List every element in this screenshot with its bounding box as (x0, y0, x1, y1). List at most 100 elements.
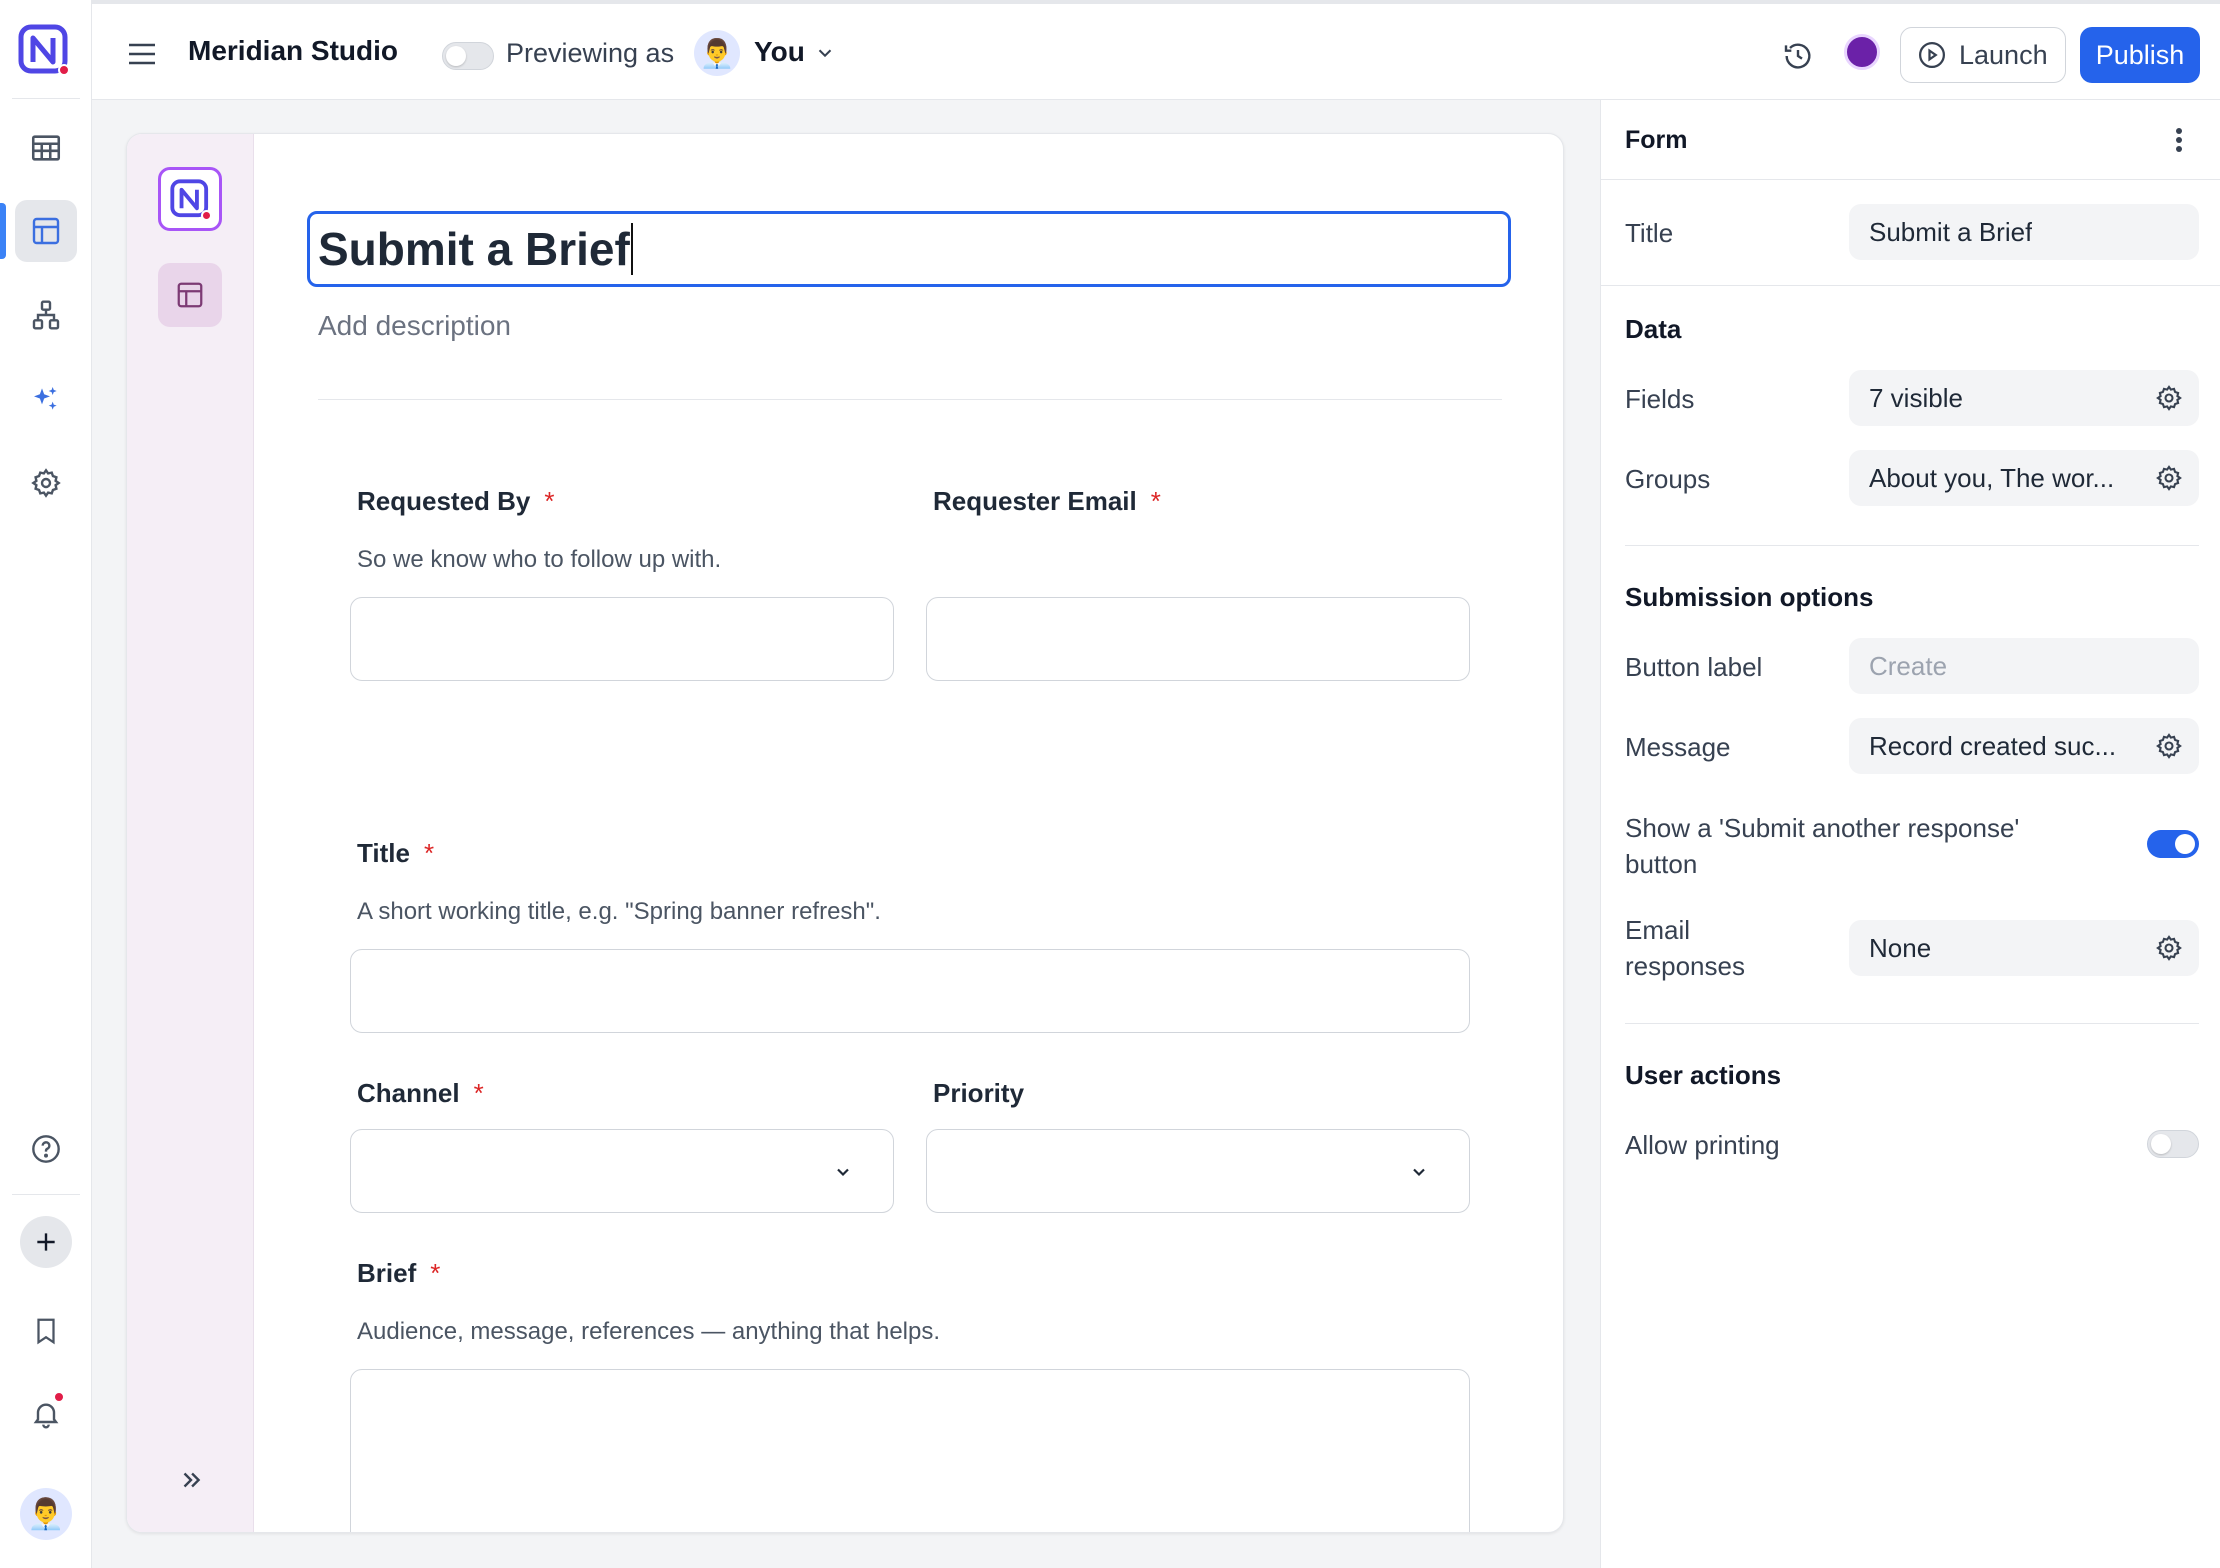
rail-item-notifications[interactable] (15, 1383, 77, 1445)
logo-badge (201, 210, 212, 221)
another-response-toggle[interactable] (2147, 830, 2199, 858)
theme-color-swatch[interactable] (1844, 34, 1880, 70)
sparkles-icon (30, 383, 62, 415)
rail-item-help[interactable] (15, 1118, 77, 1180)
required-marker: * (423, 838, 435, 868)
fields-row-control[interactable]: 7 visible (1849, 370, 2199, 426)
form-title-input[interactable]: Submit a Brief (307, 211, 1511, 287)
chevron-down-icon (1409, 1162, 1429, 1182)
allow-printing-toggle[interactable] (2147, 1130, 2199, 1158)
groups-row-label: Groups (1625, 464, 1711, 494)
button-label-input[interactable]: Create (1849, 638, 2199, 694)
fields-row-value: 7 visible (1869, 382, 1963, 413)
play-circle-icon (1917, 40, 1947, 70)
page-form-button[interactable] (158, 263, 222, 327)
text-caret (630, 223, 633, 275)
chevrons-right-icon (178, 1467, 204, 1493)
rail-item-layout[interactable] (15, 200, 77, 262)
field-label-text: Title (357, 838, 410, 868)
app-logo-icon[interactable] (158, 167, 222, 231)
page-sidebar (127, 134, 254, 1532)
preview-user-select[interactable]: You (754, 36, 805, 68)
message-row-control[interactable]: Record created suc... (1849, 718, 2199, 774)
panel-header: Form (1601, 100, 2220, 180)
publish-button[interactable]: Publish (2080, 27, 2200, 83)
help-icon (30, 1133, 62, 1165)
brief-textarea[interactable] (350, 1369, 1470, 1532)
plus-icon (33, 1229, 59, 1255)
history-button[interactable] (1776, 34, 1820, 78)
hamburger-icon (126, 40, 158, 68)
rail-divider-bottom (12, 1194, 80, 1195)
title-input[interactable] (350, 949, 1470, 1033)
gear-icon[interactable] (2155, 384, 2183, 412)
gear-icon[interactable] (2155, 464, 2183, 492)
expand-sidebar-button[interactable] (171, 1460, 211, 1500)
bookmark-icon (31, 1316, 61, 1346)
field-label-text: Channel (357, 1078, 460, 1108)
user-actions-section-title: User actions (1625, 1060, 1782, 1090)
rail-item-settings[interactable] (15, 452, 77, 514)
title-row-input[interactable]: Submit a Brief (1849, 204, 2199, 260)
layout-icon (30, 215, 62, 247)
field-help-requested-by: So we know who to follow up with. (357, 546, 722, 573)
field-label-text: Brief (357, 1258, 417, 1288)
gear-icon (30, 467, 62, 499)
rail-item-ai[interactable] (15, 368, 77, 430)
requested-by-input[interactable] (350, 597, 894, 681)
field-help-brief: Audience, message, references — anything… (357, 1318, 941, 1345)
chevron-down-icon[interactable] (814, 42, 836, 64)
rail-item-bookmarks[interactable] (15, 1300, 77, 1362)
menu-button[interactable] (122, 36, 162, 72)
email-responses-value: None (1869, 932, 1932, 963)
notification-badge (53, 1391, 65, 1403)
required-marker: * (473, 1078, 484, 1108)
panel-divider (1625, 545, 2199, 546)
title-row-value: Submit a Brief (1869, 216, 2033, 247)
kebab-icon (2175, 127, 2183, 153)
user-avatar[interactable]: 👨‍💼 (20, 1488, 72, 1540)
another-response-label: Show a 'Submit another response' button (1625, 813, 2020, 879)
form-canvas: Submit a Brief Add description Requested… (126, 133, 1564, 1533)
top-bar: Meridian Studio Previewing as 👨‍💼 You La… (92, 0, 2220, 100)
preview-toggle[interactable] (442, 42, 494, 70)
required-marker: * (1150, 486, 1161, 516)
field-label-text: Priority (933, 1078, 1025, 1108)
workflow-icon (30, 299, 62, 331)
gear-icon[interactable] (2155, 934, 2183, 962)
layout-icon (175, 280, 205, 310)
field-help-title: A short working title, e.g. "Spring bann… (357, 898, 881, 925)
field-label-priority: Priority (933, 1078, 1038, 1109)
title-row-label: Title (1625, 218, 1674, 248)
panel-divider (1601, 285, 2220, 286)
gear-icon[interactable] (2155, 732, 2183, 760)
title-divider (318, 399, 1502, 400)
requester-email-input[interactable] (926, 597, 1470, 681)
button-label-row-label: Button label (1625, 652, 1763, 682)
app-logo-icon[interactable] (18, 24, 70, 76)
preview-avatar[interactable]: 👨‍💼 (694, 30, 740, 76)
field-label-channel: Channel * (357, 1078, 484, 1109)
priority-select[interactable] (926, 1129, 1470, 1213)
rail-item-tables[interactable] (15, 117, 77, 179)
field-label-brief: Brief * (357, 1258, 440, 1289)
panel-title: Form (1625, 126, 1688, 154)
launch-button[interactable]: Launch (1900, 27, 2066, 83)
launch-label: Launch (1959, 39, 2048, 70)
form-description-input[interactable]: Add description (318, 310, 511, 342)
email-responses-label: Email responses (1625, 915, 1745, 981)
groups-row-value: About you, The wor... (1869, 462, 2115, 493)
email-responses-control[interactable]: None (1849, 920, 2199, 976)
panel-divider (1625, 1023, 2199, 1024)
chevron-down-icon (833, 1162, 853, 1182)
field-label-text: Requested By (357, 486, 531, 516)
data-section-title: Data (1625, 314, 1682, 344)
more-options-button[interactable] (2161, 122, 2197, 158)
rail-item-workflows[interactable] (15, 284, 77, 346)
preview-label: Previewing as (506, 38, 675, 68)
table-icon (29, 131, 63, 165)
channel-select[interactable] (350, 1129, 894, 1213)
allow-printing-label: Allow printing (1625, 1130, 1780, 1160)
rail-add-button[interactable] (20, 1216, 72, 1268)
groups-row-control[interactable]: About you, The wor... (1849, 450, 2199, 506)
